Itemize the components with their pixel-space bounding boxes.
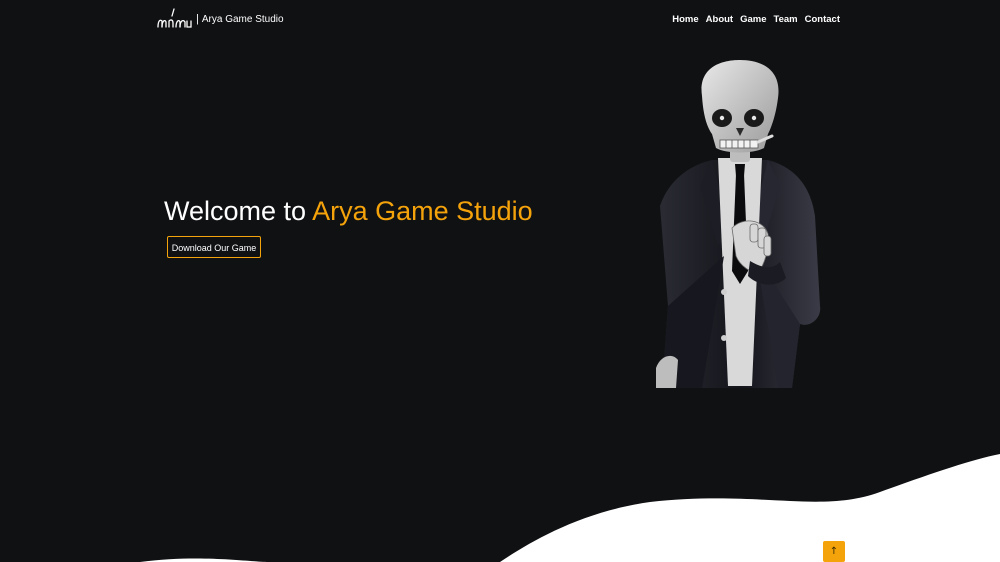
brand-separator: | (196, 12, 199, 25)
nav-item-home[interactable]: Home (672, 14, 698, 26)
nav-item-team[interactable]: Team (774, 14, 798, 26)
arrow-up-icon: ↑ (829, 546, 839, 557)
download-game-button[interactable]: Download Our Game (167, 236, 261, 258)
hero-title-accent: Arya Game Studio (312, 196, 533, 226)
brand-link[interactable]: | Arya Game Studio (157, 4, 284, 34)
arya-script-logo-icon (157, 8, 192, 28)
brand-name: Arya Game Studio (201, 13, 284, 25)
skeleton-in-suit-illustration (656, 60, 821, 388)
hero-title: Welcome to Arya Game Studio (164, 194, 533, 228)
nav-item-contact[interactable]: Contact (805, 14, 840, 26)
hero-title-prefix: Welcome to (164, 196, 307, 226)
back-to-top-button[interactable]: ↑ (823, 541, 845, 562)
bottom-wave-divider (140, 454, 1000, 562)
navbar: | Arya Game Studio Home About Game Team … (0, 0, 1000, 40)
nav-item-about[interactable]: About (706, 14, 733, 26)
page: | Arya Game Studio Home About Game Team … (0, 0, 1000, 562)
nav-item-game[interactable]: Game (740, 14, 766, 26)
main-nav: Home About Game Team Contact (672, 14, 840, 26)
